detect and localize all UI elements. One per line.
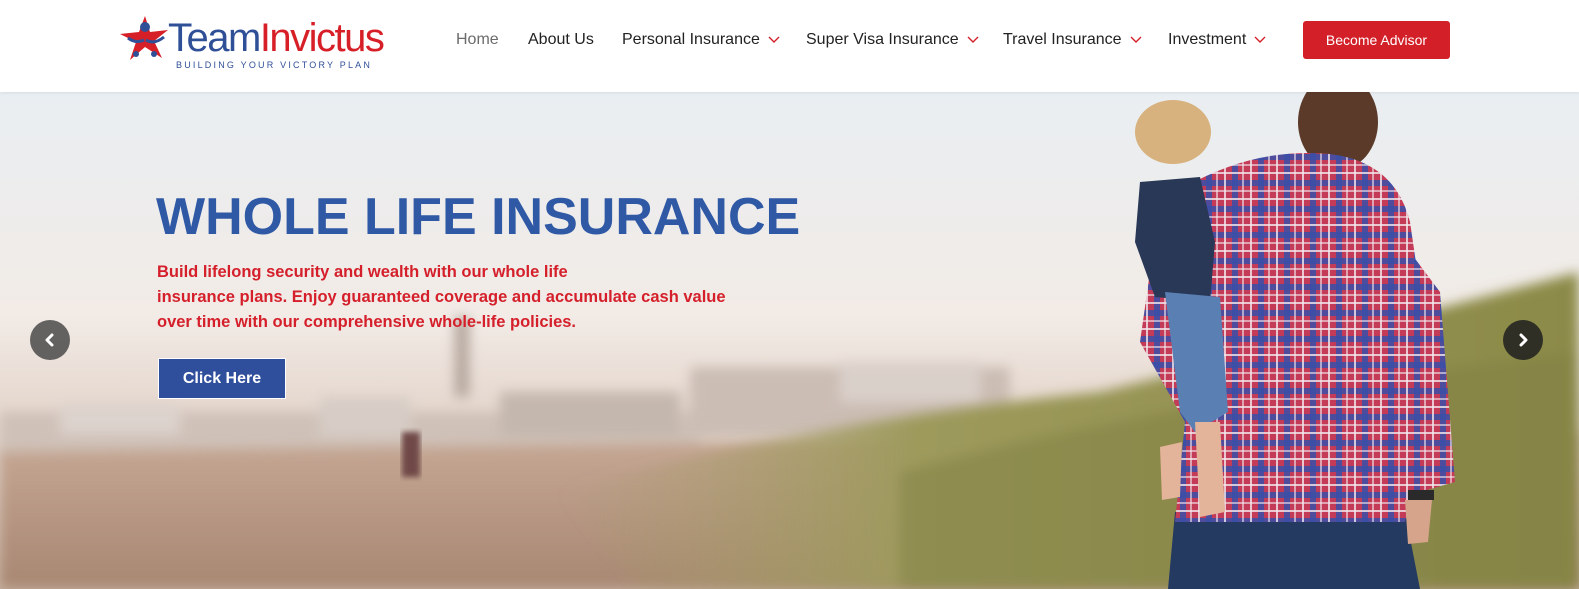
chevron-down-icon (1130, 36, 1142, 43)
nav-item-super-visa-insurance[interactable]: Super Visa Insurance (806, 30, 979, 50)
nav-item-investment[interactable]: Investment (1168, 30, 1266, 50)
hero-slider: WHOLE LIFE INSURANCE Build lifelong secu… (0, 92, 1579, 589)
nav-item-label: Home (456, 31, 499, 48)
nav-item-home[interactable]: Home (456, 30, 499, 50)
become-advisor-button[interactable]: Become Advisor (1303, 21, 1450, 59)
nav-item-travel-insurance[interactable]: Travel Insurance (1003, 30, 1142, 50)
chevron-left-icon (45, 333, 54, 347)
chevron-down-icon (1254, 36, 1266, 43)
hero-background-image (0, 92, 1579, 589)
nav-item-about-us[interactable]: About Us (528, 30, 594, 50)
hero-title: WHOLE LIFE INSURANCE (156, 188, 801, 246)
chevron-right-icon (1519, 333, 1528, 347)
chevron-down-icon (768, 36, 780, 43)
nav-item-label: About Us (528, 31, 594, 48)
carousel-prev-button[interactable] (30, 320, 70, 360)
hero-description-line: over time with our comprehensive whole-l… (157, 313, 577, 331)
nav-item-label: Personal Insurance (622, 31, 760, 48)
nav-item-personal-insurance[interactable]: Personal Insurance (622, 30, 780, 50)
hero-description-line: insurance plans. Enjoy guaranteed covera… (157, 288, 726, 306)
site-header: TeamInvictus BUILDING YOUR VICTORY PLAN … (0, 0, 1579, 92)
nav-item-label: Super Visa Insurance (806, 31, 959, 48)
click-here-button[interactable]: Click Here (158, 358, 286, 399)
hero-description: Build lifelong security and wealth with … (157, 260, 726, 335)
carousel-next-button[interactable] (1503, 320, 1543, 360)
chevron-down-icon (967, 36, 979, 43)
nav-item-label: Investment (1168, 31, 1247, 48)
nav-item-label: Travel Insurance (1003, 31, 1122, 48)
hero-description-line: Build lifelong security and wealth with … (157, 263, 568, 281)
